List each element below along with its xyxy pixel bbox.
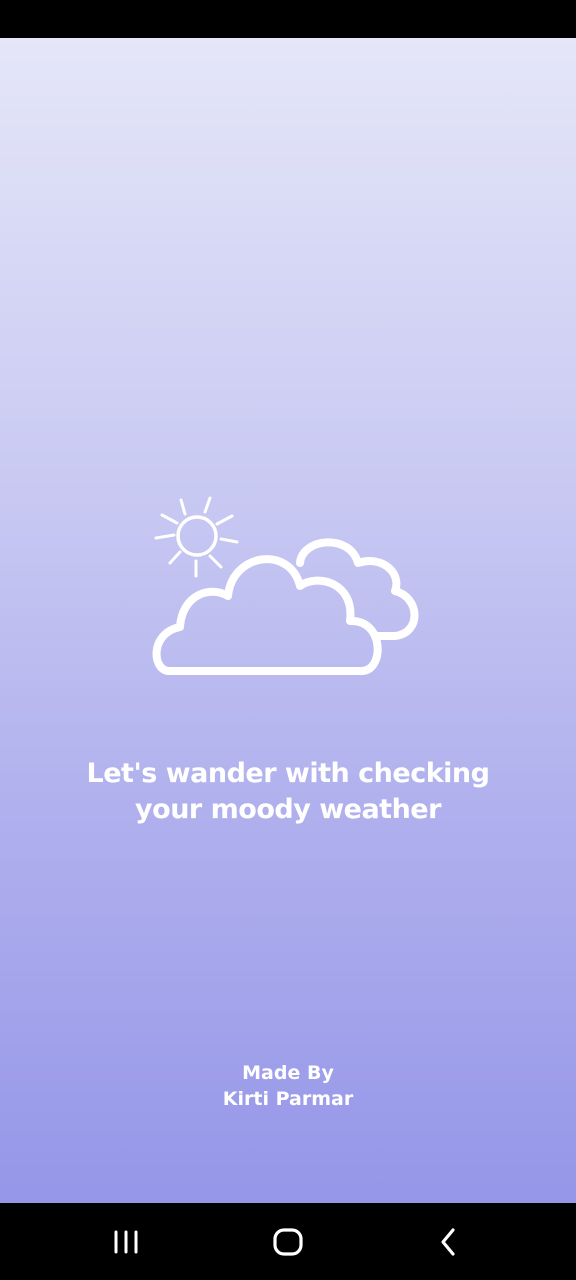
recent-apps-button[interactable] [79, 1203, 175, 1280]
author-name: Kirti Parmar [222, 1088, 354, 1110]
recent-apps-icon [114, 1230, 138, 1253]
credit-label: Made By [242, 1062, 334, 1084]
tagline-line-2: your moody weather [135, 794, 441, 825]
back-button[interactable] [401, 1203, 497, 1280]
tagline-line-1: Let's wander with checking [86, 758, 490, 789]
splash-screen: Let's wander with checking your moody we… [0, 0, 576, 1280]
author-credit: Made By Kirti Parmar [0, 1060, 576, 1112]
back-icon [441, 1227, 455, 1256]
navigation-bar [0, 1203, 576, 1280]
home-button[interactable] [240, 1203, 336, 1280]
status-bar [0, 0, 576, 38]
tagline: Let's wander with checking your moody we… [0, 756, 576, 828]
partly-cloudy-sun-icon [152, 496, 419, 675]
home-icon [273, 1227, 303, 1256]
